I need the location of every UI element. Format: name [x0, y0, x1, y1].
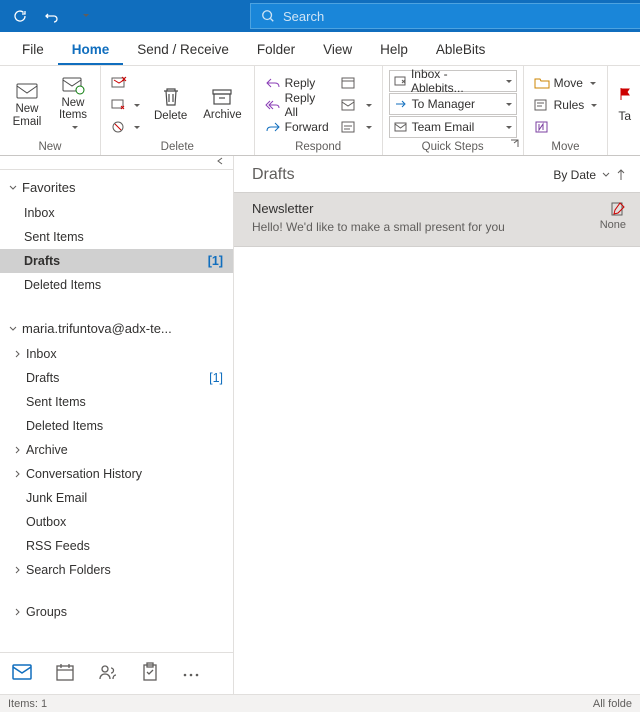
nav-account-header[interactable]: maria.trifuntova@adx-te... [0, 315, 233, 342]
quicksteps-dialog-launcher[interactable] [510, 138, 520, 152]
nav-outbox[interactable]: Outbox [0, 510, 233, 534]
ribbon-group-respond: Respond [261, 139, 376, 153]
menu-file[interactable]: File [8, 36, 58, 65]
refresh-icon[interactable] [8, 4, 32, 28]
nav-fav-drafts[interactable]: Drafts[1] [0, 249, 233, 273]
quickstep-to-manager[interactable]: To Manager [389, 93, 517, 115]
nav-mail-icon[interactable] [12, 664, 32, 683]
ribbon-group-quicksteps: Quick Steps [389, 139, 517, 153]
meeting-button[interactable] [337, 72, 376, 94]
qat-customize-icon[interactable] [72, 4, 96, 28]
archive-button[interactable]: Archive [197, 83, 247, 126]
ribbon-group-new: New [6, 139, 94, 153]
draft-edit-icon [610, 201, 626, 217]
more-respond-button[interactable] [337, 116, 376, 138]
cleanup-button[interactable] [107, 94, 144, 116]
menu-send-receive[interactable]: Send / Receive [123, 36, 243, 65]
ribbon-group-move: Move [530, 139, 602, 153]
nav-archive[interactable]: Archive [0, 438, 233, 462]
ignore-button[interactable] [107, 72, 144, 94]
quickstep-inbox-ablebits[interactable]: Inbox - Ablebits... [389, 70, 517, 92]
sort-direction-icon[interactable] [616, 169, 626, 181]
junk-button[interactable] [107, 116, 144, 138]
menu-home[interactable]: Home [58, 36, 124, 65]
nav-calendar-icon[interactable] [56, 663, 74, 684]
message-preview: Hello! We'd like to make a small present… [252, 220, 505, 234]
tags-flag-button[interactable] [614, 83, 636, 105]
quickstep-team-email[interactable]: Team Email [389, 116, 517, 138]
nav-sent[interactable]: Sent Items [0, 390, 233, 414]
folder-title: Drafts [252, 166, 295, 184]
status-items: Items: 1 [8, 698, 47, 710]
ribbon-group-delete: Delete [107, 139, 248, 153]
search-box[interactable] [250, 3, 640, 29]
undo-icon[interactable] [40, 4, 64, 28]
nav-inbox[interactable]: Inbox [0, 342, 233, 366]
onenote-button[interactable] [530, 116, 602, 138]
sort-control[interactable]: By Date [553, 168, 626, 182]
nav-more-icon[interactable] [182, 667, 200, 681]
nav-rss[interactable]: RSS Feeds [0, 534, 233, 558]
nav-favorites-header[interactable]: Favorites [0, 174, 233, 201]
nav-tasks-icon[interactable] [142, 662, 158, 685]
move-button[interactable]: Move [530, 72, 602, 94]
search-input[interactable] [283, 9, 630, 24]
nav-fav-deleted[interactable]: Deleted Items [0, 273, 233, 297]
delete-button[interactable]: Delete [148, 82, 193, 127]
nav-conversation-history[interactable]: Conversation History [0, 462, 233, 486]
new-email-button[interactable]: New Email [6, 77, 48, 132]
tags-button[interactable]: Ta [614, 105, 636, 127]
nav-fav-inbox[interactable]: Inbox [0, 201, 233, 225]
rules-button[interactable]: Rules [530, 94, 602, 116]
nav-deleted[interactable]: Deleted Items [0, 414, 233, 438]
menu-ablebits[interactable]: AbleBits [422, 36, 500, 65]
forward-button[interactable]: Forward [261, 116, 333, 138]
menu-view[interactable]: View [309, 36, 366, 65]
status-folder: All folde [593, 698, 632, 710]
nav-search-folders[interactable]: Search Folders [0, 558, 233, 582]
menu-folder[interactable]: Folder [243, 36, 309, 65]
menu-help[interactable]: Help [366, 36, 422, 65]
message-category: None [600, 219, 626, 231]
nav-fav-sent[interactable]: Sent Items [0, 225, 233, 249]
reply-all-button[interactable]: Reply All [261, 94, 333, 116]
message-subject: Newsletter [252, 201, 505, 216]
chevron-down-icon [602, 171, 610, 179]
share-button[interactable] [337, 94, 376, 116]
collapse-nav-icon[interactable] [0, 156, 233, 170]
nav-groups[interactable]: Groups [0, 600, 233, 624]
nav-junk[interactable]: Junk Email [0, 486, 233, 510]
nav-people-icon[interactable] [98, 663, 118, 684]
nav-drafts[interactable]: Drafts[1] [0, 366, 233, 390]
message-item[interactable]: Newsletter Hello! We'd like to make a sm… [234, 192, 640, 247]
new-items-button[interactable]: New Items [52, 71, 94, 139]
